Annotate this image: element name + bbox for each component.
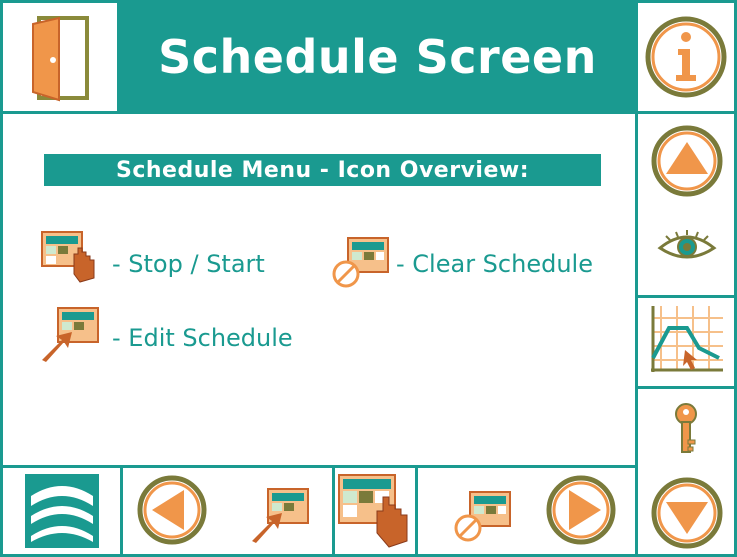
schedule-screen: Schedule Screen Schedule Menu - Icon Ove… [0,0,737,557]
logo-icon [24,474,99,548]
menu-heading: Schedule Menu - Icon Overview: [44,154,601,186]
next-button[interactable] [545,474,617,546]
page-title: Schedule Screen [158,30,597,84]
legend-clear-schedule-label: - Clear Schedule [396,250,593,278]
legend-edit-schedule-label: - Edit Schedule [112,324,293,352]
scroll-up-button[interactable] [650,124,724,198]
graph-button[interactable] [635,295,737,389]
info-button[interactable] [635,0,737,114]
graph-icon [649,306,723,378]
edit-schedule-icon [252,488,309,543]
right-arrow-icon [546,475,616,545]
info-icon [645,16,727,98]
door-icon [32,16,89,102]
logo-tile [0,465,123,557]
clear-schedule-button[interactable] [452,488,514,548]
title-bar: Schedule Screen [117,0,638,114]
down-arrow-icon [651,477,723,549]
stop-start-button[interactable] [332,465,418,557]
clear-schedule-icon [330,236,392,292]
up-arrow-icon [651,125,723,197]
clear-schedule-icon [454,491,511,542]
eye-icon [657,230,717,259]
edit-schedule-icon [40,306,102,364]
view-button[interactable] [656,226,718,266]
stop-start-schedule-icon [338,474,408,548]
edit-schedule-button[interactable] [250,486,312,546]
previous-button[interactable] [136,474,208,546]
legend-stop-start-label: - Stop / Start [112,250,265,278]
left-arrow-icon [137,475,207,545]
exit-button[interactable] [0,0,120,114]
key-icon [675,403,697,453]
scroll-down-button[interactable] [650,476,724,550]
access-key-button[interactable] [664,402,708,456]
hand-schedule-icon [40,230,102,286]
menu-heading-text: Schedule Menu - Icon Overview: [116,157,529,183]
